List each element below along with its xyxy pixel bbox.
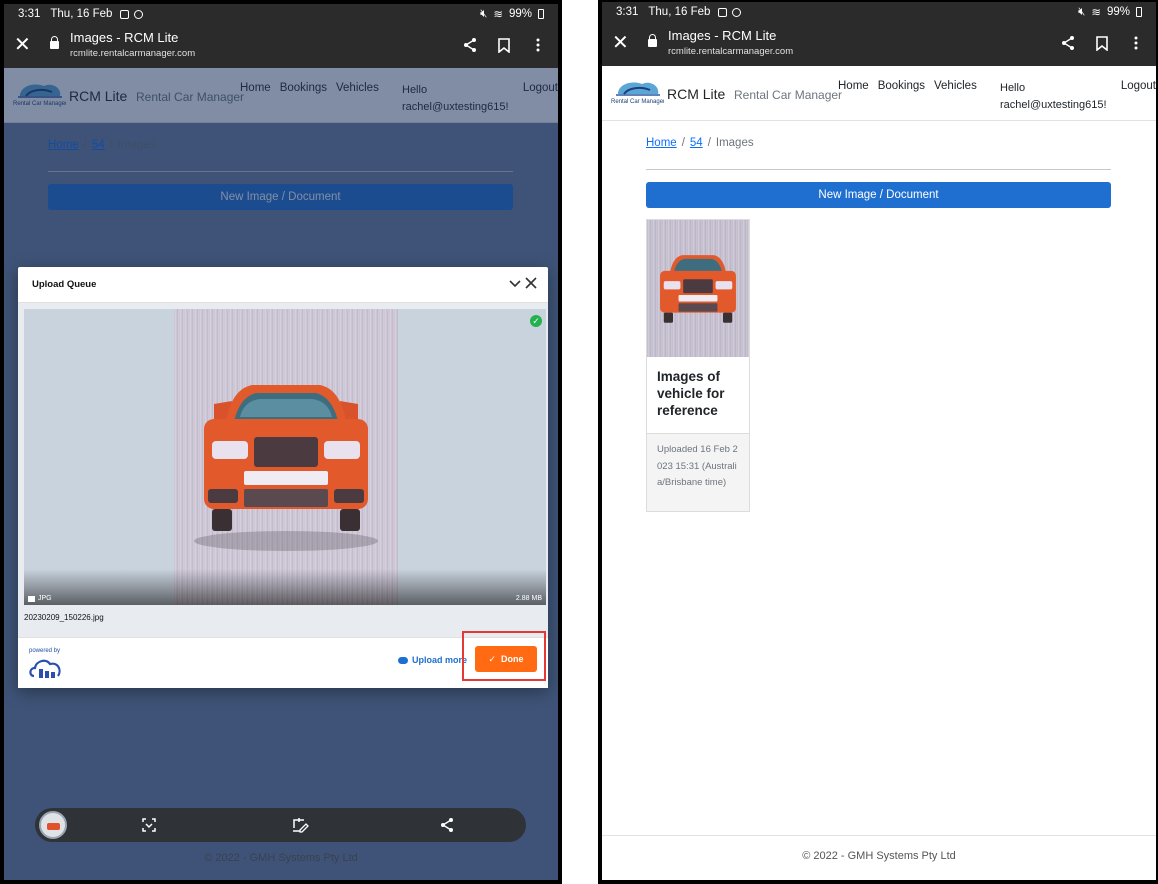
dialog-header: Upload Queue: [18, 267, 548, 303]
image-card[interactable]: Images of vehicle for reference Uploaded…: [646, 219, 750, 512]
lock-icon: [648, 34, 657, 47]
file-type-label: JPG: [38, 595, 52, 602]
page-footer: © 2022 - GMH Systems Pty Ltd: [802, 850, 956, 862]
screenshot-thumbnail[interactable]: [39, 811, 67, 839]
scroll-capture-icon[interactable]: [140, 816, 158, 834]
browser-title: Images - RCM Lite: [668, 28, 777, 43]
settings-notification-icon: [134, 9, 144, 19]
more-vert-icon[interactable]: [530, 36, 546, 54]
close-icon[interactable]: ✕: [14, 35, 31, 55]
new-image-button[interactable]: New Image / Document: [646, 182, 1111, 208]
dialog-title: Upload Queue: [32, 279, 97, 290]
svg-text:Rental Car Manager: Rental Car Manager: [611, 99, 664, 105]
chevron-down-icon[interactable]: [508, 276, 522, 295]
breadcrumb-item-54[interactable]: 54: [690, 137, 703, 149]
status-date: Thu, 16 Feb: [50, 8, 113, 20]
file-type: JPG: [28, 595, 52, 602]
brand-subtitle: Rental Car Manager: [734, 88, 843, 102]
bookmark-icon[interactable]: [1094, 34, 1110, 52]
highlight-box: [462, 631, 546, 681]
file-name: 20230209_150226.jpg: [24, 613, 104, 622]
brand-name[interactable]: RCM Lite: [667, 86, 725, 102]
battery-level: 99%: [1106, 6, 1130, 18]
card-footer: Uploaded 16 Feb 2023 15:31 (Australia/Br…: [647, 433, 749, 511]
more-vert-icon[interactable]: [1128, 34, 1144, 52]
preview-fade: [24, 569, 546, 605]
upload-success-icon: ✓: [530, 315, 542, 327]
share-icon[interactable]: [462, 36, 478, 54]
gallery-notification-icon: [718, 7, 728, 17]
breadcrumb-sep: /: [707, 137, 711, 149]
card-title: Images of vehicle for reference: [657, 369, 725, 418]
upload-more-button[interactable]: Upload more: [398, 655, 467, 665]
logout-link[interactable]: Logout: [1121, 80, 1156, 92]
right-device-frame: 3:31 Thu, 16 Feb 🔇︎ ≋ 99% ✕ Images - RCM…: [598, 0, 1158, 884]
browser-url: rcmlite.rentalcarmanager.com: [70, 48, 196, 59]
nav-links: Home Bookings Vehicles: [838, 80, 977, 92]
breadcrumb-current: Images: [715, 137, 754, 149]
battery-level: 99%: [508, 8, 532, 20]
browser-toolbar: ✕ Images - RCM Lite rcmlite.rentalcarman…: [602, 22, 1156, 66]
user-greeting: Hello rachel@uxtesting615!: [1000, 80, 1107, 114]
powered-by-label: powered by: [29, 648, 61, 654]
edit-screenshot-icon[interactable]: [291, 816, 309, 834]
nav-home[interactable]: Home: [838, 80, 869, 92]
browser-url: rcmlite.rentalcarmanager.com: [668, 46, 794, 57]
page-footer: © 2022 - GMH Systems Pty Ltd: [204, 852, 358, 864]
car-illustration: [194, 385, 378, 551]
divider: [646, 169, 1111, 170]
upload-queue-dialog: Upload Queue ✓ JPG 2.88 MB 20230209_1502…: [18, 267, 548, 688]
status-bar: 3:31 Thu, 16 Feb 🔇︎ ≋ 99%: [602, 2, 1156, 22]
share-icon[interactable]: [1060, 34, 1076, 52]
nav-bookings[interactable]: Bookings: [878, 80, 925, 92]
battery-icon: [538, 9, 544, 19]
greeting-line: Hello: [1000, 82, 1026, 94]
image-preview[interactable]: ✓ JPG 2.88 MB: [24, 309, 546, 605]
right-screen: 3:31 Thu, 16 Feb 🔇︎ ≋ 99% ✕ Images - RCM…: [602, 2, 1156, 880]
nav-vehicles[interactable]: Vehicles: [934, 80, 977, 92]
battery-icon: [1136, 7, 1142, 17]
upload-more-label: Upload more: [412, 655, 468, 665]
card-thumbnail[interactable]: [647, 220, 749, 357]
breadcrumb-home[interactable]: Home: [646, 137, 677, 149]
car-illustration: [660, 255, 736, 323]
browser-toolbar: ✕ Images - RCM Lite rcmlite.rentalcarman…: [4, 24, 558, 68]
left-screen: 3:31 Thu, 16 Feb 🔇︎ ≋ 99% ✕ Images - RCM…: [4, 4, 558, 880]
car-photo: [174, 309, 398, 605]
share-icon[interactable]: [438, 816, 456, 834]
left-device-frame: 3:31 Thu, 16 Feb 🔇︎ ≋ 99% ✕ Images - RCM…: [0, 0, 562, 884]
status-date: Thu, 16 Feb: [648, 6, 711, 18]
status-bar: 3:31 Thu, 16 Feb 🔇︎ ≋ 99%: [4, 4, 558, 24]
footer-divider: [602, 835, 1156, 836]
cloud-upload-icon: [398, 656, 408, 664]
cloudinary-logo: [29, 659, 61, 678]
settings-notification-icon: [732, 7, 742, 17]
mute-icon: 🔇︎: [1078, 5, 1086, 18]
browser-title: Images - RCM Lite: [70, 30, 179, 45]
lock-icon: [50, 36, 59, 49]
card-upload-date: Uploaded 16 Feb 2023 15:31 (Australia/Br…: [657, 444, 738, 488]
mute-icon: 🔇︎: [480, 7, 488, 20]
file-size: 2.88 MB: [515, 595, 542, 602]
wifi-icon: ≋: [493, 9, 503, 21]
status-time: 3:31: [616, 6, 639, 18]
screenshot-toolbar: [35, 808, 526, 842]
breadcrumb: Home / 54 / Images: [646, 137, 754, 149]
bookmark-icon[interactable]: [496, 36, 512, 54]
breadcrumb-sep: /: [681, 137, 685, 149]
status-time: 3:31: [18, 8, 41, 20]
close-icon[interactable]: ✕: [612, 33, 629, 53]
wifi-icon: ≋: [1091, 7, 1101, 19]
image-file-icon: [28, 595, 35, 602]
close-icon[interactable]: [524, 276, 538, 295]
gallery-notification-icon: [120, 9, 130, 19]
site-navbar: Rental Car Manager RCM Lite Rental Car M…: [602, 66, 1156, 121]
rcm-logo[interactable]: Rental Car Manager: [610, 76, 664, 108]
greeting-user: rachel@uxtesting615!: [1000, 99, 1107, 111]
dialog-body: ✓ JPG 2.88 MB 20230209_150226.jpg: [18, 303, 548, 637]
